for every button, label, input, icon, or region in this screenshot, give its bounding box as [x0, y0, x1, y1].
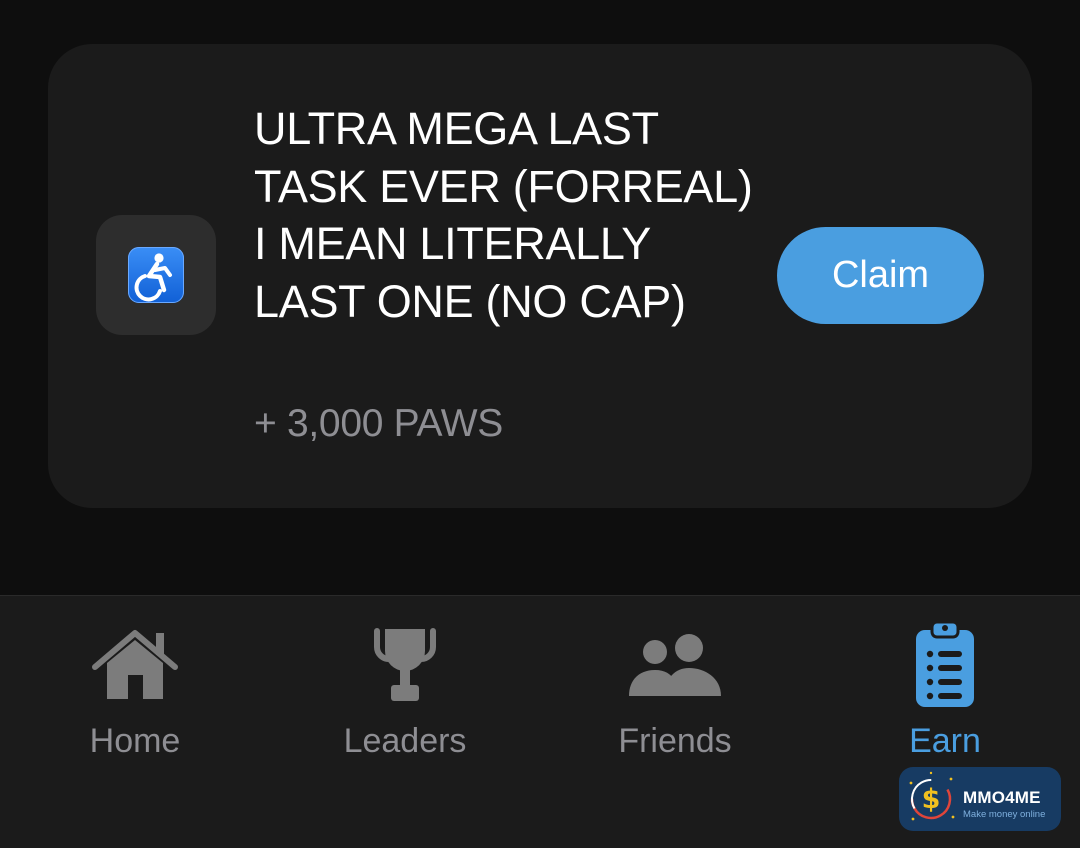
clipboard-list-icon [916, 620, 974, 707]
task-reward: + 3,000 PAWS [254, 402, 503, 445]
accessibility-wheelchair-icon [128, 247, 184, 303]
nav-item-leaders[interactable]: Leaders [270, 596, 540, 786]
nav-item-earn[interactable]: Earn [810, 596, 1080, 786]
nav-item-friends[interactable]: Friends [540, 596, 810, 786]
friends-icon [629, 634, 721, 696]
nav-label-friends: Friends [618, 722, 732, 760]
watermark-badge: $ MMO4ME Make money online [899, 767, 1061, 831]
nav-label-earn: Earn [909, 722, 981, 760]
watermark-tagline: Make money online [963, 809, 1046, 820]
task-icon-tile [96, 215, 216, 335]
task-card: ULTRA MEGA LAST TASK EVER (FORREAL) I ME… [48, 44, 1032, 508]
nav-label-home: Home [89, 722, 181, 760]
svg-text:$: $ [922, 784, 941, 815]
watermark-brand: MMO4ME [963, 788, 1041, 807]
claim-button[interactable]: Claim [777, 227, 984, 324]
nav-icon-wrap [625, 620, 725, 710]
nav-item-home[interactable]: Home [0, 596, 270, 786]
nav-icon-wrap [895, 620, 995, 710]
nav-label-leaders: Leaders [343, 722, 467, 760]
dollar-logo-icon: $ [909, 771, 955, 821]
home-icon [92, 630, 178, 699]
task-title: ULTRA MEGA LAST TASK EVER (FORREAL) I ME… [254, 103, 753, 327]
nav-icon-wrap [85, 620, 185, 710]
trophy-icon [374, 628, 436, 701]
nav-icon-wrap [355, 620, 455, 710]
